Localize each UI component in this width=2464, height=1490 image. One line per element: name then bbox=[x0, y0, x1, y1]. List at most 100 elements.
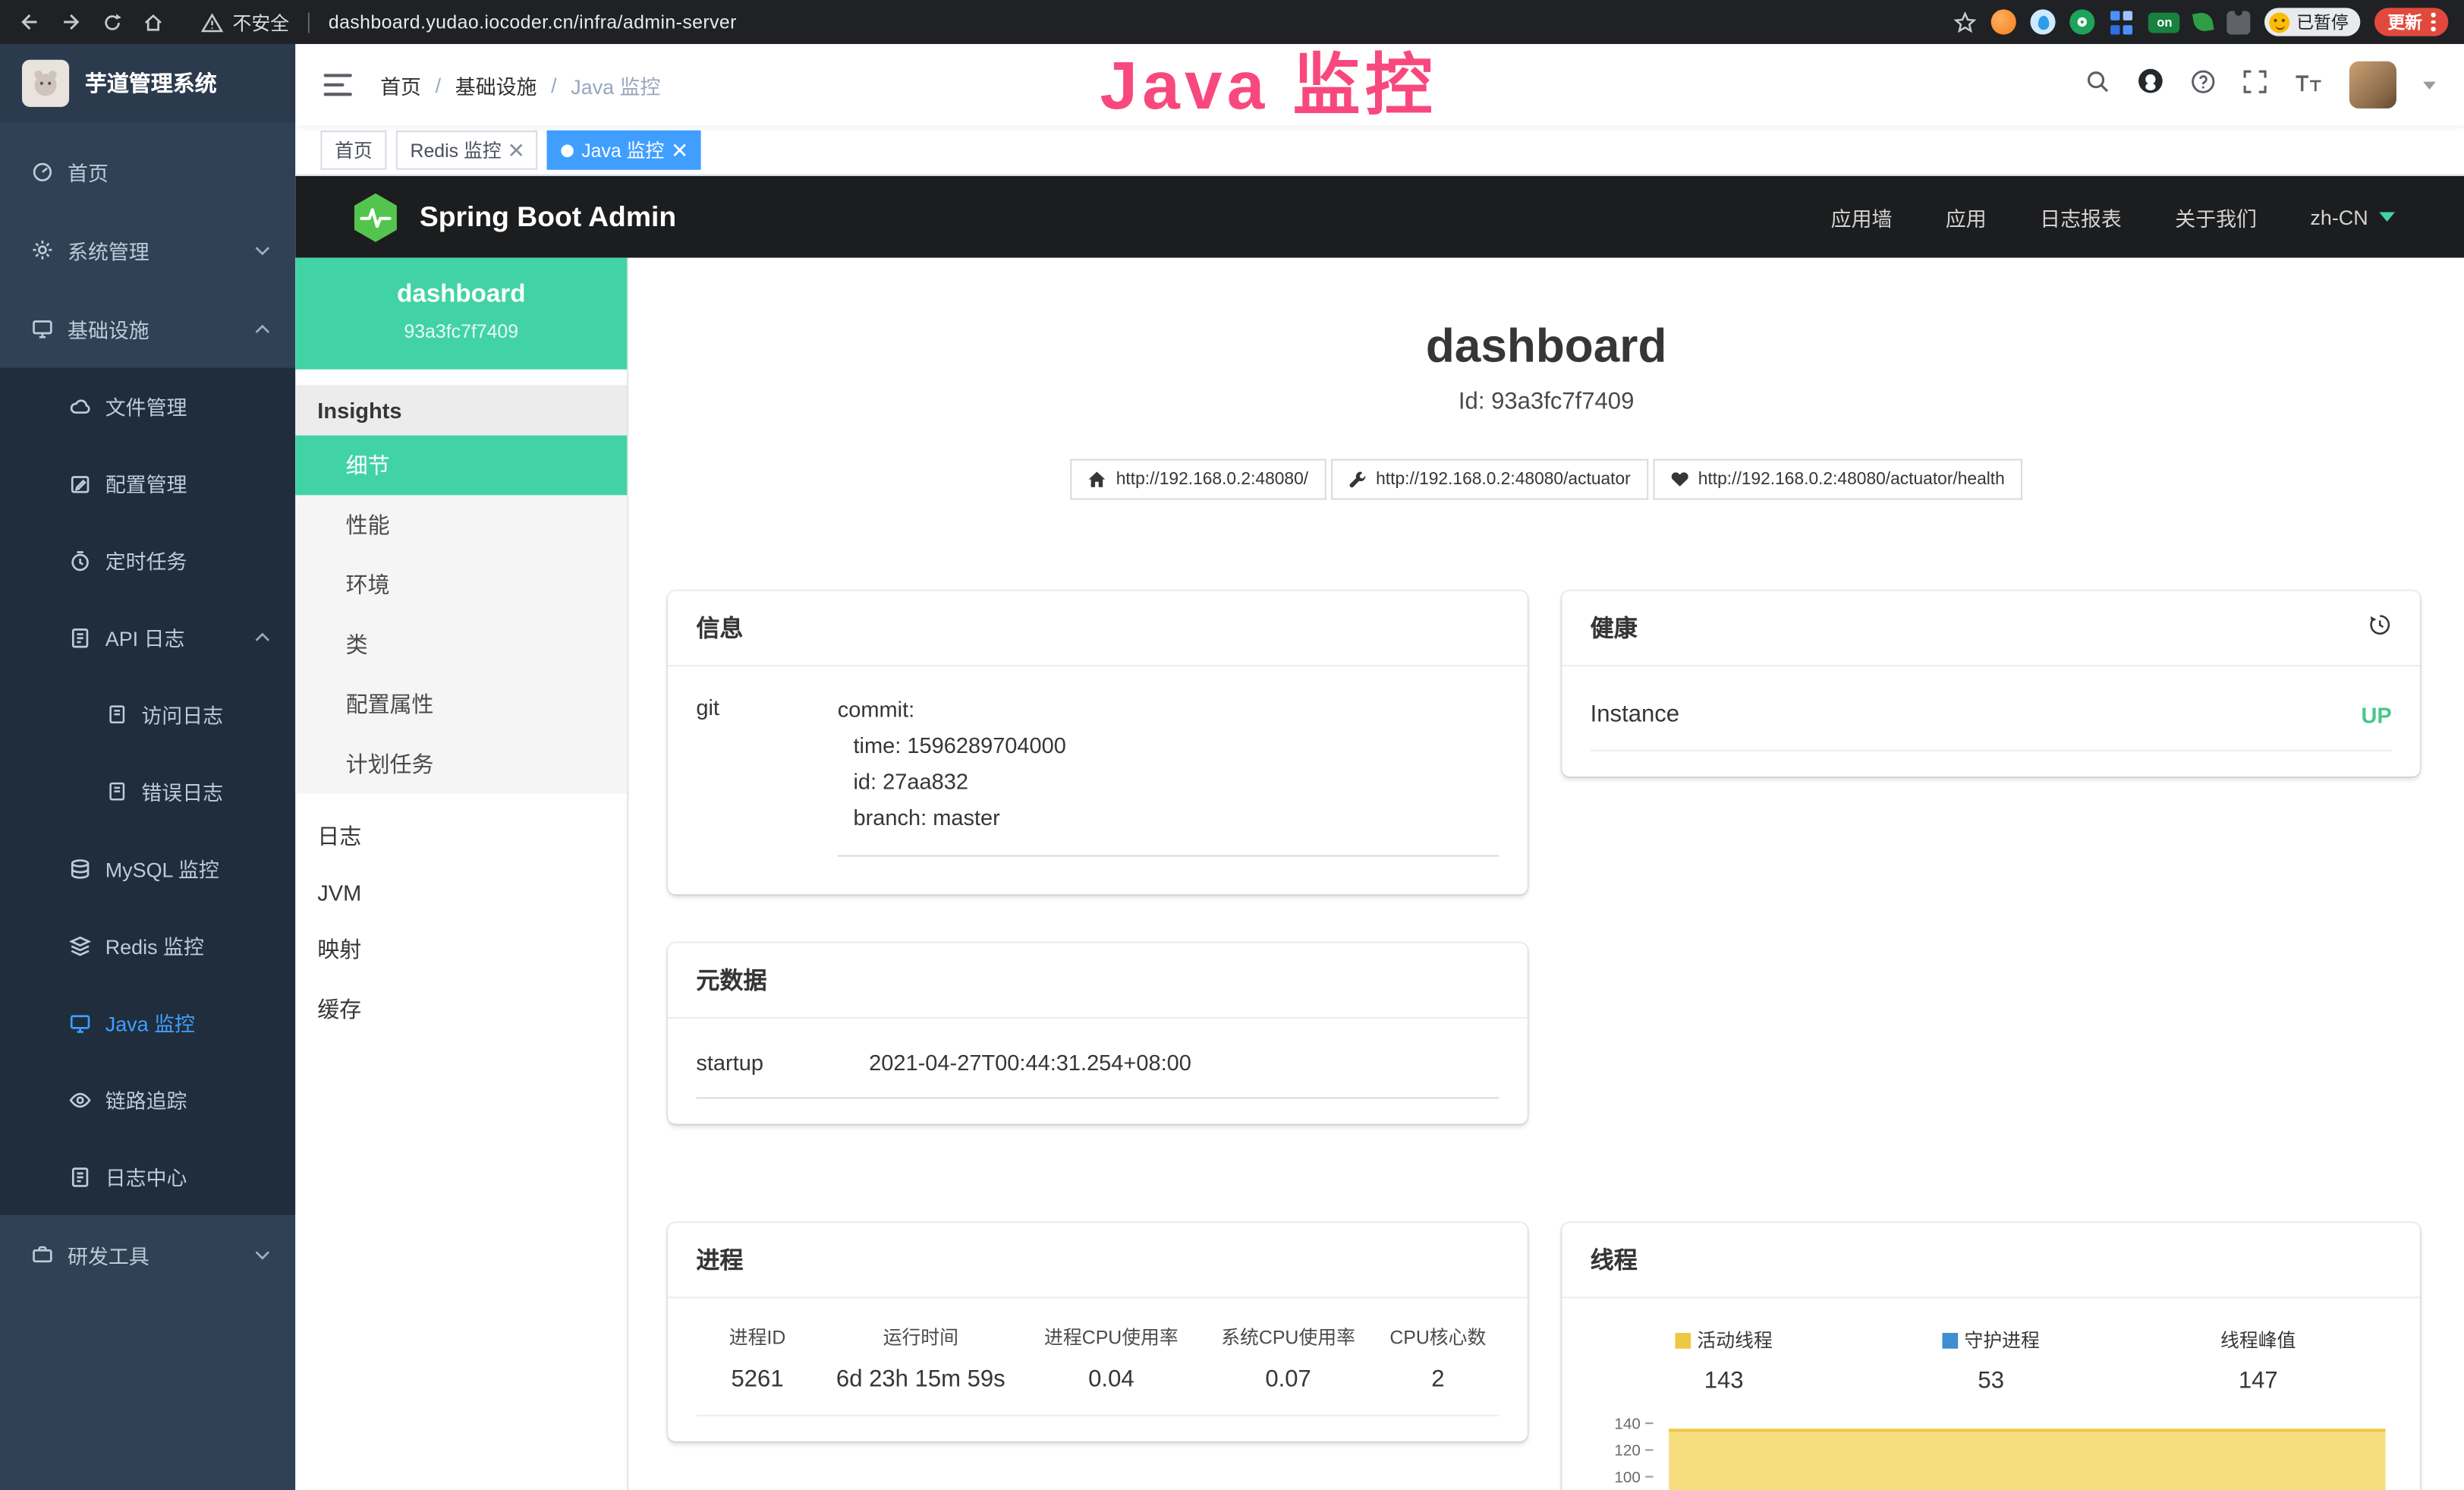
address-bar[interactable]: dashboard.yudao.iocoder.cn/infra/admin-s… bbox=[329, 11, 737, 33]
tab-redis-monitor[interactable]: Redis 监控 bbox=[396, 131, 537, 170]
sba-item-details[interactable]: 细节 bbox=[295, 436, 627, 496]
sidebar-item-infrastructure[interactable]: 基础设施 bbox=[0, 289, 295, 368]
screenshot-annotation: Java 监控 bbox=[1100, 31, 1437, 128]
sba-item-caches[interactable]: 缓存 bbox=[295, 979, 627, 1039]
update-button[interactable]: 更新 bbox=[2375, 8, 2448, 36]
health-row-instance: Instance UP bbox=[1591, 691, 2392, 751]
home-icon[interactable] bbox=[138, 8, 166, 36]
sidebar-item-config-management[interactable]: 配置管理 bbox=[0, 445, 295, 521]
java-monitor-icon bbox=[69, 1012, 91, 1034]
extensions-puzzle-icon[interactable] bbox=[2227, 10, 2251, 33]
sba-item-mappings[interactable]: 映射 bbox=[295, 919, 627, 979]
close-icon[interactable] bbox=[672, 143, 687, 157]
tab-java-monitor[interactable]: Java 监控 bbox=[547, 131, 700, 170]
search-icon[interactable] bbox=[2085, 68, 2110, 101]
sba-item-classes[interactable]: 类 bbox=[295, 615, 627, 675]
sba-item-jvm[interactable]: JVM bbox=[295, 866, 627, 919]
divider bbox=[308, 12, 310, 33]
extension-icon-drop[interactable] bbox=[2031, 9, 2056, 34]
sba-item-environment[interactable]: 环境 bbox=[295, 555, 627, 615]
user-menu-caret-icon[interactable] bbox=[2423, 81, 2436, 89]
actuator-url-link[interactable]: http://192.168.0.2:48080/actuator bbox=[1330, 459, 1647, 500]
security-chip[interactable]: 不安全 bbox=[201, 8, 289, 35]
legend-daemon-threads: 守护进程 53 bbox=[1858, 1327, 2125, 1394]
github-icon[interactable] bbox=[2137, 68, 2163, 102]
sba-instance-header[interactable]: dashboard 93a3fc7f7409 bbox=[295, 258, 627, 370]
smiley-icon bbox=[2270, 12, 2290, 33]
extension-icon-leaf[interactable] bbox=[2193, 11, 2215, 33]
close-icon[interactable] bbox=[509, 143, 524, 157]
document-icon bbox=[107, 781, 127, 802]
chevron-down-icon bbox=[254, 1247, 270, 1262]
sidebar-item-log-center[interactable]: 日志中心 bbox=[0, 1138, 295, 1214]
sidebar-item-file-management[interactable]: 文件管理 bbox=[0, 368, 295, 445]
sba-locale-select[interactable]: zh-CN bbox=[2310, 205, 2394, 228]
monitor-icon bbox=[31, 317, 53, 339]
help-icon[interactable] bbox=[2191, 68, 2216, 101]
infrastructure-submenu: 文件管理 配置管理 定时任务 API 日志 访问日志 bbox=[0, 368, 295, 1215]
forward-icon[interactable] bbox=[57, 8, 85, 36]
app-logo-row[interactable]: 芋道管理系统 bbox=[0, 44, 295, 123]
sba-item-config-props[interactable]: 配置属性 bbox=[295, 674, 627, 734]
sba-nav-wallboard[interactable]: 应用墙 bbox=[1831, 202, 1893, 232]
font-size-icon[interactable] bbox=[2294, 70, 2322, 99]
sba-item-logs[interactable]: 日志 bbox=[295, 806, 627, 866]
sba-item-metrics[interactable]: 性能 bbox=[295, 495, 627, 555]
extension-icon-green[interactable] bbox=[2070, 9, 2095, 34]
admin-sidebar: 芋道管理系统 首页 系统管理 基础设施 文件管理 bbox=[0, 44, 295, 1490]
sidebar-item-api-logs[interactable]: API 日志 bbox=[0, 599, 295, 676]
breadcrumb-home[interactable]: 首页 bbox=[380, 70, 421, 99]
extension-icon-grid[interactable] bbox=[2110, 9, 2135, 34]
service-url-link[interactable]: http://192.168.0.2:48080/ bbox=[1071, 459, 1326, 500]
warning-icon bbox=[201, 12, 223, 33]
paused-badge[interactable]: 已暂停 bbox=[2265, 8, 2361, 36]
sba-main: dashboard Id: 93a3fc7f7409 http://192.16… bbox=[628, 258, 2464, 1490]
user-avatar[interactable] bbox=[2349, 61, 2396, 109]
instance-links: http://192.168.0.2:48080/ http://192.168… bbox=[628, 459, 2464, 500]
sba-nav-journal[interactable]: 日志报表 bbox=[2040, 202, 2122, 232]
breadcrumb-infrastructure[interactable]: 基础设施 bbox=[455, 70, 537, 99]
sba-root-group: 日志 JVM 映射 缓存 bbox=[295, 806, 627, 1038]
sidebar-item-home[interactable]: 首页 bbox=[0, 132, 295, 211]
sidebar-item-dev-tools[interactable]: 研发工具 bbox=[0, 1215, 295, 1294]
sidebar-item-java-monitor[interactable]: Java 监控 bbox=[0, 984, 295, 1060]
eye-icon bbox=[69, 1088, 91, 1110]
refresh-icon[interactable] bbox=[97, 8, 125, 36]
hamburger-icon[interactable] bbox=[324, 74, 352, 96]
extension-icon-orange[interactable] bbox=[1992, 9, 2017, 34]
sidebar-item-scheduled-jobs[interactable]: 定时任务 bbox=[0, 522, 295, 599]
page-title: dashboard bbox=[628, 320, 2464, 373]
document-icon bbox=[107, 704, 127, 725]
security-label: 不安全 bbox=[232, 8, 289, 35]
sba-brand[interactable]: Spring Boot Admin bbox=[352, 191, 676, 243]
sidebar-item-error-logs[interactable]: 错误日志 bbox=[0, 753, 295, 830]
health-url-link[interactable]: http://192.168.0.2:48080/actuator/health bbox=[1653, 459, 2022, 500]
legend-peak-threads: 线程峰值 147 bbox=[2125, 1327, 2392, 1394]
sidebar-item-tracing[interactable]: 链路追踪 bbox=[0, 1061, 295, 1138]
sidebar-item-mysql-monitor[interactable]: MySQL 监控 bbox=[0, 830, 295, 906]
cloud-icon bbox=[69, 395, 91, 417]
bookmark-star-icon[interactable] bbox=[1954, 10, 1978, 33]
app-logo bbox=[22, 60, 69, 107]
database-icon bbox=[69, 858, 91, 880]
sidebar-item-access-logs[interactable]: 访问日志 bbox=[0, 676, 295, 752]
chrome-menu-icon[interactable] bbox=[2431, 13, 2435, 31]
app-title: 芋道管理系统 bbox=[85, 68, 217, 99]
sidebar-item-system[interactable]: 系统管理 bbox=[0, 210, 295, 289]
briefcase-icon bbox=[31, 1243, 53, 1265]
extension-on-badge[interactable]: on bbox=[2149, 12, 2180, 33]
tab-home[interactable]: 首页 bbox=[320, 131, 386, 170]
sba-insights-group: 细节 性能 环境 类 配置属性 计划任务 bbox=[295, 436, 627, 794]
threads-chart: 140 120 100 bbox=[1591, 1416, 2392, 1490]
sba-item-scheduled-tasks[interactable]: 计划任务 bbox=[295, 734, 627, 794]
fullscreen-icon[interactable] bbox=[2242, 68, 2267, 101]
threads-area-series bbox=[1669, 1429, 2385, 1490]
sba-nav-about[interactable]: 关于我们 bbox=[2175, 202, 2257, 232]
history-icon[interactable] bbox=[2368, 613, 2392, 643]
breadcrumb: 首页 / 基础设施 / Java 监控 bbox=[380, 70, 660, 99]
info-row-git: git commit: time: 1596289704000 id: 27aa… bbox=[696, 691, 1499, 857]
sidebar-item-redis-monitor[interactable]: Redis 监控 bbox=[0, 907, 295, 984]
sba-nav-applications[interactable]: 应用 bbox=[1946, 202, 1987, 232]
sba-navbar: Spring Boot Admin 应用墙 应用 日志报表 关于我们 zh-CN bbox=[295, 176, 2464, 258]
back-icon[interactable] bbox=[16, 8, 44, 36]
